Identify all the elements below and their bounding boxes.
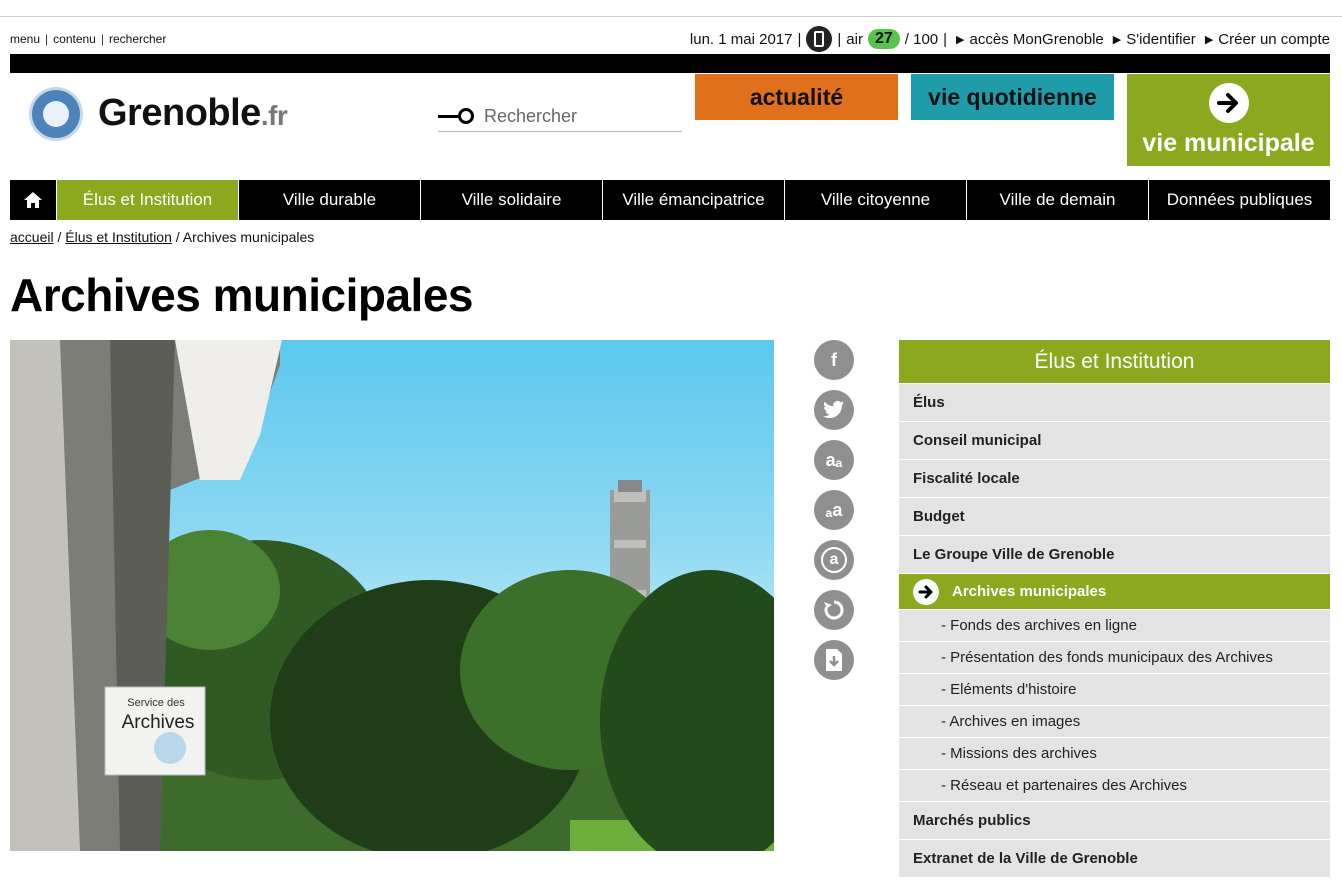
city-seal-logo[interactable] xyxy=(29,87,83,141)
air-label: air xyxy=(846,30,863,48)
nav-item-elus-institution[interactable]: Élus et Institution xyxy=(57,180,239,220)
nav-item-ville-citoyenne[interactable]: Ville citoyenne xyxy=(785,180,967,220)
arrow-right-icon xyxy=(913,578,939,605)
search-input[interactable] xyxy=(478,105,674,127)
text-larger-icon[interactable]: ₐa xyxy=(814,490,854,530)
nav-item-donnees-publiques[interactable]: Données publiques xyxy=(1149,180,1330,220)
breadcrumb-current: Archives municipales xyxy=(182,229,315,245)
sidenav-subitem-elements-histoire[interactable]: - Eléments d'histoire xyxy=(899,673,1330,705)
category-vie-quotidienne[interactable]: vie quotidienne xyxy=(911,74,1114,120)
twitter-icon[interactable] xyxy=(814,390,854,430)
sidenav-subitem-archives-en-images[interactable]: - Archives en images xyxy=(899,705,1330,737)
skip-links: menu | contenu | rechercher xyxy=(10,32,167,46)
sidenav-subitem-missions[interactable]: - Missions des archives xyxy=(899,737,1330,769)
breadcrumb-home[interactable]: accueil xyxy=(10,229,54,245)
skip-link-content[interactable]: contenu xyxy=(53,32,96,46)
sidenav-item-groupe-ville[interactable]: Le Groupe Ville de Grenoble xyxy=(899,535,1330,573)
mobile-phone-icon[interactable] xyxy=(806,26,833,52)
link-login[interactable]: S'identifier xyxy=(1126,31,1196,48)
sidenav-title: Élus et Institution xyxy=(899,340,1330,383)
download-icon[interactable] xyxy=(814,640,854,680)
current-date: lun. 1 mai 2017 xyxy=(689,30,793,48)
header-band xyxy=(10,54,1330,73)
sidenav-item-marches-publics[interactable]: Marchés publics xyxy=(899,801,1330,839)
triangle-right-icon: ▶ xyxy=(1112,33,1122,46)
breadcrumb-section[interactable]: Élus et Institution xyxy=(65,229,172,245)
category-vie-municipale-label: vie municipale xyxy=(1142,129,1315,157)
arrow-right-icon xyxy=(1208,83,1249,123)
air-quality-badge[interactable]: 27 xyxy=(867,29,900,49)
sign-line-1: Service des xyxy=(127,697,185,709)
page-title: Archives municipales xyxy=(10,269,473,321)
utility-right: lun. 1 mai 2017 | | air 27 / 100 | ▶ accès… xyxy=(690,26,1330,52)
sidenav-item-budget[interactable]: Budget xyxy=(899,497,1330,535)
top-rule xyxy=(0,16,1342,17)
facebook-icon[interactable]: f xyxy=(814,340,854,380)
utility-bar: menu | contenu | rechercher lun. 1 mai 201… xyxy=(10,26,1330,52)
skip-link-search[interactable]: rechercher xyxy=(109,32,166,46)
triangle-right-icon: ▶ xyxy=(956,33,965,46)
text-smaller-icon[interactable]: aₐ xyxy=(814,440,854,480)
section-sidenav: Élus et Institution Élus Conseil municip… xyxy=(899,340,1330,877)
hero-photo-illustration: Service des Archives xyxy=(10,340,774,851)
breadcrumb: accueil / Élus et Institution / Archives… xyxy=(10,229,315,245)
sidenav-active-label: Archives municipales xyxy=(952,583,1107,600)
sidenav-item-conseil-municipal[interactable]: Conseil municipal xyxy=(899,421,1330,459)
sidenav-subitem-presentation-fonds[interactable]: - Présentation des fonds municipaux des … xyxy=(899,641,1330,673)
sign-line-2: Archives xyxy=(122,712,195,733)
triangle-right-icon: ▶ xyxy=(1204,33,1214,46)
category-actualite[interactable]: actualité xyxy=(695,74,898,120)
link-create-account[interactable]: Créer un compte xyxy=(1218,31,1330,48)
sidenav-subitem-fonds-en-ligne[interactable]: - Fonds des archives en ligne xyxy=(899,609,1330,641)
home-icon[interactable] xyxy=(10,180,57,220)
nav-item-ville-solidaire[interactable]: Ville solidaire xyxy=(421,180,603,220)
search-box xyxy=(438,101,682,132)
sidenav-item-fiscalite-locale[interactable]: Fiscalité locale xyxy=(899,459,1330,497)
nav-item-ville-de-demain[interactable]: Ville de demain xyxy=(967,180,1149,220)
sidenav-item-extranet[interactable]: Extranet de la Ville de Grenoble xyxy=(899,839,1330,877)
sidenav-item-elus[interactable]: Élus xyxy=(899,383,1330,421)
link-mongrenoble[interactable]: accès MonGrenoble xyxy=(970,31,1104,48)
hero-photo: Service des Archives xyxy=(10,340,774,851)
sidenav-subitem-reseau-partenaires[interactable]: - Réseau et partenaires des Archives xyxy=(899,769,1330,801)
contrast-icon[interactable]: a xyxy=(814,540,854,580)
search-icon[interactable] xyxy=(438,106,478,126)
nav-item-ville-durable[interactable]: Ville durable xyxy=(239,180,421,220)
air-max: / 100 xyxy=(904,30,939,48)
site-logo[interactable]: Grenoble.fr xyxy=(98,92,288,135)
sidenav-item-archives-municipales[interactable]: Archives municipales xyxy=(899,573,1330,609)
category-vie-municipale[interactable]: vie municipale xyxy=(1127,74,1330,166)
page-tools: f aₐ ₐa a xyxy=(814,340,856,690)
nav-item-ville-emancipatrice[interactable]: Ville émancipatrice xyxy=(603,180,785,220)
skip-link-menu[interactable]: menu xyxy=(10,32,40,46)
main-nav: Élus et Institution Ville durable Ville … xyxy=(10,180,1330,220)
reset-icon[interactable] xyxy=(814,590,854,630)
